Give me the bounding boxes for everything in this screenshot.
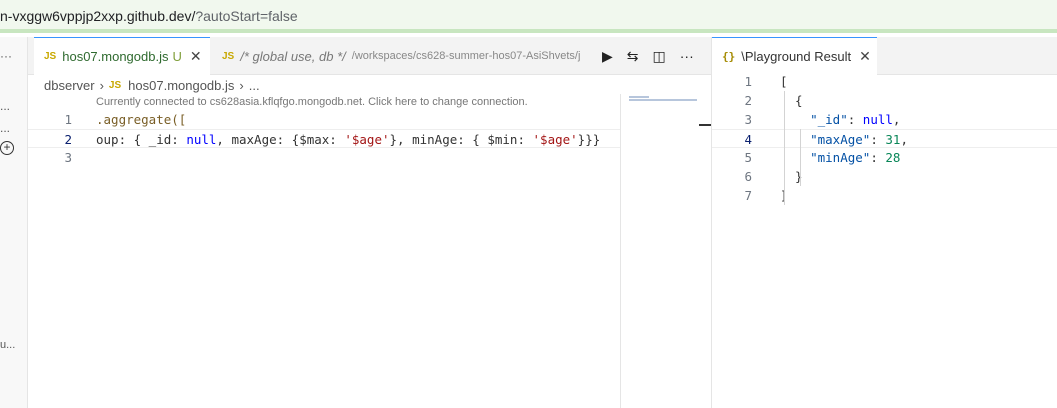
- line-number: 2: [744, 93, 752, 108]
- code-token: ,: [892, 112, 901, 127]
- code-line[interactable]: 5 "minAge": 28: [712, 148, 1057, 167]
- code-line[interactable]: 7]: [712, 186, 1057, 205]
- code-token: .aggregate([: [96, 112, 187, 127]
- minimap-line: [629, 96, 649, 98]
- code-token: '$age': [344, 132, 390, 147]
- code-token: , maxAge: {$max:: [216, 132, 345, 147]
- code-token: 28: [885, 150, 901, 165]
- line-number: 3: [64, 150, 72, 165]
- javascript-file-icon: JS: [222, 50, 235, 62]
- code-token: :: [847, 112, 863, 127]
- code-token: ,: [900, 132, 908, 147]
- tree-item-truncated[interactable]: ...: [0, 99, 28, 113]
- breadcrumb-file[interactable]: hos07.mongodb.js: [128, 78, 234, 93]
- code-token: "minAge": [780, 150, 871, 165]
- url-main: n-vxggw6vppjp2xxp.github.dev/: [0, 8, 196, 24]
- tree-item-truncated[interactable]: ...: [0, 121, 28, 135]
- breadcrumb: dbserver › JS hos07.mongodb.js › ...: [44, 76, 260, 94]
- chevron-right-icon: ›: [99, 77, 104, 93]
- code-text: oup: { _id: null, maxAge: {$max: '$age'}…: [96, 130, 600, 149]
- code-line[interactable]: 6 }: [712, 167, 1057, 186]
- code-token: [: [780, 74, 788, 89]
- code-text: "minAge": 28: [780, 148, 900, 167]
- tab-global-use-db[interactable]: JS /* global use, db */ /workspaces/cs62…: [212, 37, 596, 75]
- line-number: 4: [744, 132, 752, 147]
- code-line[interactable]: 1[: [712, 72, 1057, 91]
- code-token: :: [870, 132, 886, 147]
- indent-guide: [800, 129, 801, 186]
- javascript-file-icon: JS: [44, 51, 57, 62]
- tab-label: /* global use, db */: [240, 48, 346, 64]
- line-number: 7: [744, 188, 752, 203]
- code-token: "maxAge": [780, 132, 871, 147]
- line-number: 6: [744, 169, 752, 184]
- code-line[interactable]: 3 "_id": null,: [712, 110, 1057, 129]
- more-actions-icon[interactable]: ···: [680, 48, 694, 64]
- result-editor[interactable]: 1[2 {3 "_id": null, 4 "maxAge": 31, 5 "min…: [712, 72, 1057, 205]
- line-number: 2: [64, 132, 72, 147]
- code-line[interactable]: 2 {: [712, 91, 1057, 110]
- line-number: 1: [744, 74, 752, 89]
- code-text: .aggregate([: [96, 110, 186, 129]
- json-file-icon: {}: [722, 50, 736, 63]
- tab-label: \Playground Result: [741, 49, 852, 64]
- code-line[interactable]: 2 oup: { _id: null, maxAge: {$max: '$age'…: [28, 129, 620, 148]
- breadcrumb-symbol[interactable]: ...: [249, 78, 260, 93]
- code-editor[interactable]: 1 .aggregate([ 2 oup: { _id: null, maxAge: …: [28, 110, 620, 167]
- editor-toolbar: ▶ ⇆ ◫ ···: [602, 37, 694, 75]
- minimap[interactable]: [620, 94, 712, 408]
- javascript-file-icon: JS: [108, 79, 122, 91]
- line-number: 1: [64, 112, 72, 127]
- compare-icon[interactable]: ⇆: [627, 48, 639, 65]
- breadcrumb-folder[interactable]: dbserver: [44, 78, 95, 93]
- code-token: null: [186, 132, 217, 147]
- code-token: }}}: [577, 132, 601, 147]
- code-token: }, minAge: { $min:: [389, 132, 533, 147]
- tab-label: hos07.mongodb.js: [62, 49, 169, 64]
- result-tab-bar: {} \Playground Result ✕: [712, 37, 1057, 75]
- minimap-line: [629, 99, 697, 101]
- tree-item-truncated[interactable]: u...: [0, 339, 15, 351]
- url-query: ?autoStart=false: [195, 8, 298, 24]
- url-text[interactable]: n-vxggw6vppjp2xxp.github.dev/?autoStart=…: [0, 8, 298, 24]
- code-token: oup: { _id:: [96, 132, 187, 147]
- line-number: 3: [744, 112, 752, 127]
- close-icon[interactable]: ✕: [859, 48, 871, 65]
- code-token: 31: [885, 132, 901, 147]
- chevron-right-icon: ›: [239, 77, 244, 93]
- tab-playground-result[interactable]: {} \Playground Result ✕: [712, 37, 877, 75]
- split-editor-icon[interactable]: ◫: [653, 48, 666, 65]
- code-token: :: [870, 150, 886, 165]
- code-token: null: [862, 112, 893, 127]
- tab-path: /workspaces/cs628-summer-hos07-AsiShvets…: [351, 50, 581, 62]
- code-line[interactable]: 3: [28, 148, 620, 167]
- run-icon[interactable]: ▶: [602, 48, 613, 65]
- untracked-badge: U: [172, 49, 182, 64]
- code-line[interactable]: 4 "maxAge": 31,: [712, 129, 1057, 148]
- code-text: [: [780, 72, 788, 91]
- close-icon[interactable]: ✕: [190, 48, 202, 65]
- code-token: "_id": [780, 112, 848, 127]
- connection-codelens[interactable]: Currently connected to cs628asia.kflqfgo…: [96, 96, 528, 108]
- line-number: 5: [744, 150, 752, 165]
- code-token: '$age': [532, 132, 578, 147]
- side-panel-strip: ··· ... ... + u...: [0, 37, 28, 408]
- tab-hos07-mongodb[interactable]: JS hos07.mongodb.js U ✕: [34, 37, 210, 75]
- code-text: "_id": null,: [780, 110, 900, 129]
- indent-guide: [784, 91, 785, 205]
- add-connection-icon[interactable]: +: [0, 141, 14, 155]
- browser-address-bar[interactable]: n-vxggw6vppjp2xxp.github.dev/?autoStart=…: [0, 0, 1057, 33]
- more-icon[interactable]: ···: [0, 49, 28, 63]
- code-line[interactable]: 1 .aggregate([: [28, 110, 620, 129]
